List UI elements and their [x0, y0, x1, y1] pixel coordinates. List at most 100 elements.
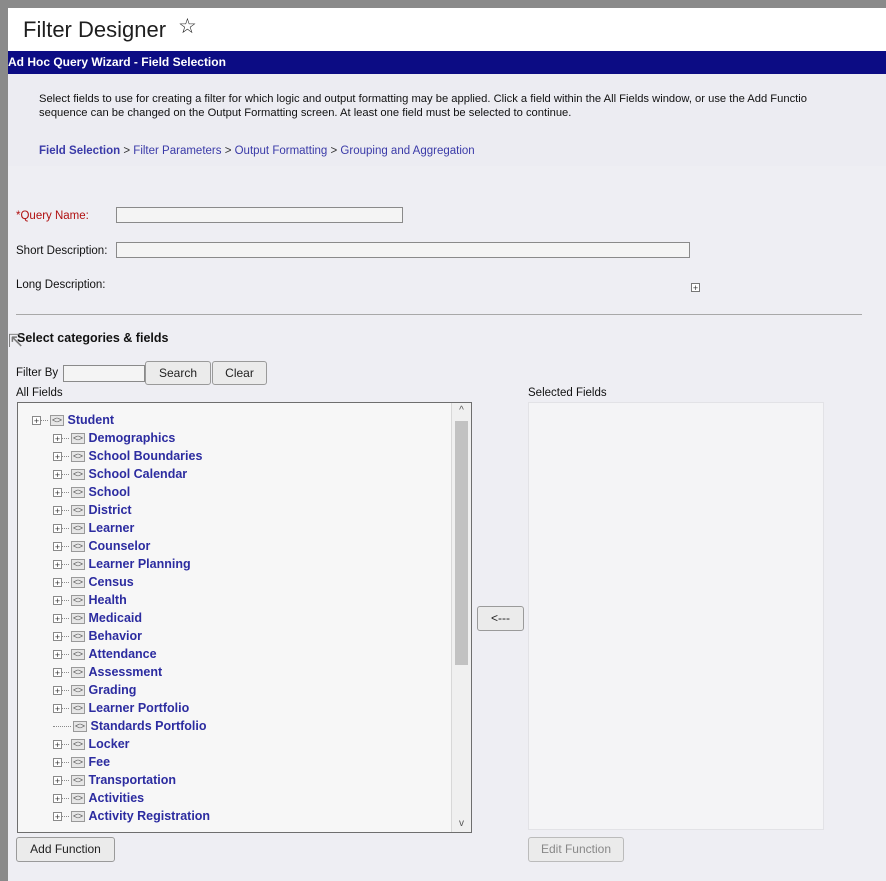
- expand-icon[interactable]: +: [53, 650, 62, 660]
- step-separator: >: [123, 145, 131, 157]
- search-button[interactable]: Search: [145, 361, 211, 385]
- tree-connector: [62, 599, 69, 602]
- folder-icon: <>: [71, 703, 85, 715]
- tree-item[interactable]: <> Standards Portfolio: [53, 719, 207, 736]
- expand-icon[interactable]: +: [53, 614, 62, 624]
- tree-connector: [62, 815, 69, 818]
- tree-item[interactable]: + <> Transportation: [53, 773, 176, 790]
- query-name-input[interactable]: [116, 207, 403, 223]
- filter-by-input[interactable]: [63, 365, 145, 382]
- expand-icon[interactable]: +: [53, 488, 62, 498]
- tree-item[interactable]: + <> Census: [53, 575, 134, 592]
- clear-button[interactable]: Clear: [212, 361, 267, 385]
- tree-item[interactable]: + <> Activities: [53, 791, 144, 808]
- tree-item-label: Attendance: [88, 647, 157, 661]
- expand-icon[interactable]: +: [53, 596, 62, 606]
- expand-icon[interactable]: +: [53, 668, 62, 678]
- tree-item[interactable]: + <> Grading: [53, 683, 136, 700]
- folder-icon: <>: [71, 505, 85, 517]
- expand-icon[interactable]: +: [53, 776, 62, 786]
- expand-icon[interactable]: +: [53, 632, 62, 642]
- page-title: Filter Designer: [23, 17, 167, 42]
- tree-item[interactable]: + <> District: [53, 503, 132, 520]
- short-description-input[interactable]: [116, 242, 690, 258]
- expand-icon[interactable]: +: [53, 470, 62, 480]
- scroll-up-icon[interactable]: ^: [452, 403, 471, 419]
- expand-long-description-icon[interactable]: +: [691, 283, 700, 293]
- tree-item-label: District: [88, 503, 132, 517]
- folder-icon: <>: [71, 685, 85, 697]
- star-outline-icon[interactable]: ☆: [178, 16, 197, 37]
- scroll-down-icon[interactable]: v: [452, 816, 471, 832]
- instructions-line-2: sequence can be changed on the Output Fo…: [39, 107, 572, 119]
- tree-item[interactable]: + <> Health: [53, 593, 127, 610]
- folder-icon: <>: [71, 739, 85, 751]
- expand-icon[interactable]: +: [53, 506, 62, 516]
- tree-item[interactable]: + <> School Calendar: [53, 467, 187, 484]
- tree-item-label: Learner Portfolio: [88, 701, 190, 715]
- folder-icon: <>: [71, 559, 85, 571]
- step-field-selection[interactable]: Field Selection: [39, 145, 120, 157]
- tree-item[interactable]: + <> Medicaid: [53, 611, 142, 628]
- step-grouping-aggregation[interactable]: Grouping and Aggregation: [340, 145, 474, 157]
- tree-item[interactable]: + <> Learner: [53, 521, 134, 538]
- expand-icon[interactable]: +: [53, 560, 62, 570]
- tree-connector: [62, 743, 69, 746]
- tree-item[interactable]: + <> Fee: [53, 755, 110, 772]
- folder-icon: <>: [71, 613, 85, 625]
- title-bar: Filter Designer ☆: [8, 8, 886, 50]
- step-output-formatting[interactable]: Output Formatting: [235, 145, 328, 157]
- tree-item[interactable]: + <> Activity Registration: [53, 809, 210, 826]
- folder-icon: <>: [71, 775, 85, 787]
- divider: [16, 314, 862, 315]
- folder-icon: <>: [73, 721, 87, 733]
- add-function-button[interactable]: Add Function: [16, 837, 115, 862]
- expand-icon[interactable]: +: [53, 524, 62, 534]
- wizard-header: Ad Hoc Query Wizard - Field Selection: [8, 51, 886, 74]
- expand-icon[interactable]: +: [32, 416, 41, 426]
- selected-fields-list[interactable]: [528, 402, 824, 830]
- tree-item[interactable]: + <> Behavior: [53, 629, 142, 646]
- tree-connector: [41, 419, 48, 422]
- expand-icon[interactable]: +: [53, 542, 62, 552]
- tree-item-label: Assessment: [88, 665, 163, 679]
- tree-item[interactable]: + <> Locker: [53, 737, 130, 754]
- all-fields-tree[interactable]: + <> Student + <> Demographics + <> School Boun…: [17, 402, 472, 833]
- tree-item[interactable]: + <> Learner Planning: [53, 557, 191, 574]
- tree-item[interactable]: + <> School Boundaries: [53, 449, 202, 466]
- step-filter-parameters[interactable]: Filter Parameters: [133, 145, 221, 157]
- tree-item[interactable]: + <> Attendance: [53, 647, 157, 664]
- tree-connector: [53, 725, 71, 728]
- move-to-all-fields-button[interactable]: <---: [477, 606, 524, 631]
- instructions-panel: Select fields to use for creating a filt…: [8, 74, 886, 167]
- tree-item-label: Learner Planning: [88, 557, 191, 571]
- tree-item[interactable]: + <> School: [53, 485, 130, 502]
- tree-item[interactable]: + <> Counselor: [53, 539, 150, 556]
- tree-scrollbar[interactable]: ^ v: [451, 403, 471, 832]
- section-title: Select categories & fields: [17, 331, 169, 345]
- scroll-thumb[interactable]: [455, 421, 468, 665]
- tree-connector: [62, 761, 69, 764]
- tree-item-student[interactable]: + <> Student: [32, 413, 114, 430]
- expand-icon[interactable]: +: [53, 794, 62, 804]
- expand-icon[interactable]: +: [53, 578, 62, 588]
- expand-icon[interactable]: +: [53, 686, 62, 696]
- tree-item-label: Counselor: [88, 539, 151, 553]
- tree-item-label: School Calendar: [88, 467, 188, 481]
- tree-item-label: Locker: [88, 737, 130, 751]
- expand-icon[interactable]: +: [53, 812, 62, 822]
- tree-item[interactable]: + <> Assessment: [53, 665, 162, 682]
- tree-item[interactable]: + <> Learner Portfolio: [53, 701, 189, 718]
- wizard-title: Ad Hoc Query Wizard - Field Selection: [8, 55, 226, 69]
- tree-item[interactable]: + <> Demographics: [53, 431, 175, 448]
- expand-icon[interactable]: +: [53, 740, 62, 750]
- tree-connector: [62, 437, 69, 440]
- step-separator: >: [330, 145, 338, 157]
- tree-connector: [62, 509, 69, 512]
- expand-icon[interactable]: +: [53, 704, 62, 714]
- filter-designer-page: Filter Designer ☆ Ad Hoc Query Wizard - …: [8, 8, 886, 881]
- wizard-steps-breadcrumb: Field Selection > Filter Parameters > Ou…: [39, 145, 475, 157]
- expand-icon[interactable]: +: [53, 758, 62, 768]
- expand-icon[interactable]: +: [53, 434, 62, 444]
- expand-icon[interactable]: +: [53, 452, 62, 462]
